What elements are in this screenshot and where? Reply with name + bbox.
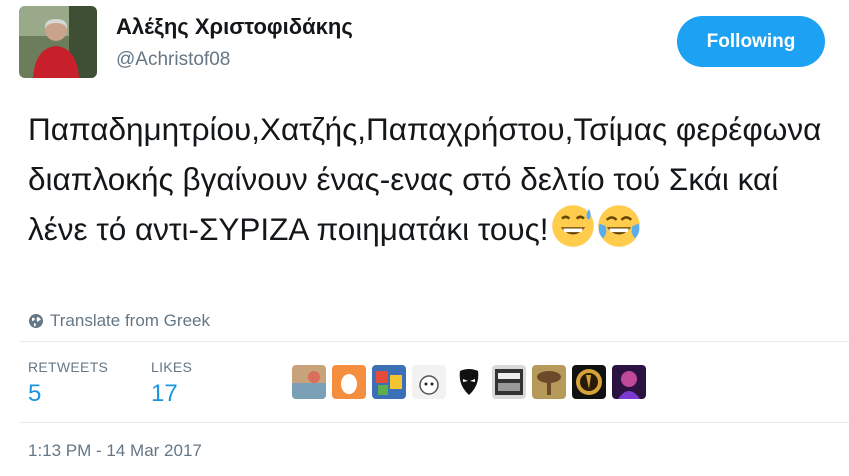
likes-label[interactable]: LIKES [151,359,192,375]
translate-label: Translate from Greek [50,311,210,330]
grinning-sweat-emoji [551,205,594,247]
liker-avatar[interactable] [572,365,606,399]
tweet-text: Παπαδημητρίου,Χατζής,Παπαχρήστου,Τσίμας … [28,104,843,254]
liker-avatar[interactable] [452,365,486,399]
retweets-label[interactable]: RETWEETS [28,359,108,375]
liker-avatars [292,365,646,399]
translate-link[interactable]: Translate from Greek [28,311,210,331]
tears-of-joy-emoji [597,205,640,247]
retweets-count[interactable]: 5 [28,380,41,408]
divider-top [19,341,849,342]
liker-avatar[interactable] [292,365,326,399]
globe-icon [29,314,43,328]
display-name[interactable]: Αλέξης Χριστοφιδάκης [116,14,353,40]
liker-avatar[interactable] [532,365,566,399]
likes-count[interactable]: 17 [151,380,178,408]
liker-avatar[interactable] [412,365,446,399]
tweet-body: Παπαδημητρίου,Χατζής,Παπαχρήστου,Τσίμας … [28,111,822,247]
liker-avatar[interactable] [372,365,406,399]
following-button[interactable]: Following [677,16,825,67]
tweet-timestamp[interactable]: 1:13 PM - 14 Mar 2017 [28,441,202,461]
divider-bottom [19,422,849,423]
avatar-photo [19,6,97,78]
liker-avatar[interactable] [612,365,646,399]
avatar[interactable] [19,6,97,78]
liker-avatar-default-egg[interactable] [332,365,366,399]
liker-avatar[interactable] [492,365,526,399]
user-handle[interactable]: @Achristof08 [116,49,230,71]
